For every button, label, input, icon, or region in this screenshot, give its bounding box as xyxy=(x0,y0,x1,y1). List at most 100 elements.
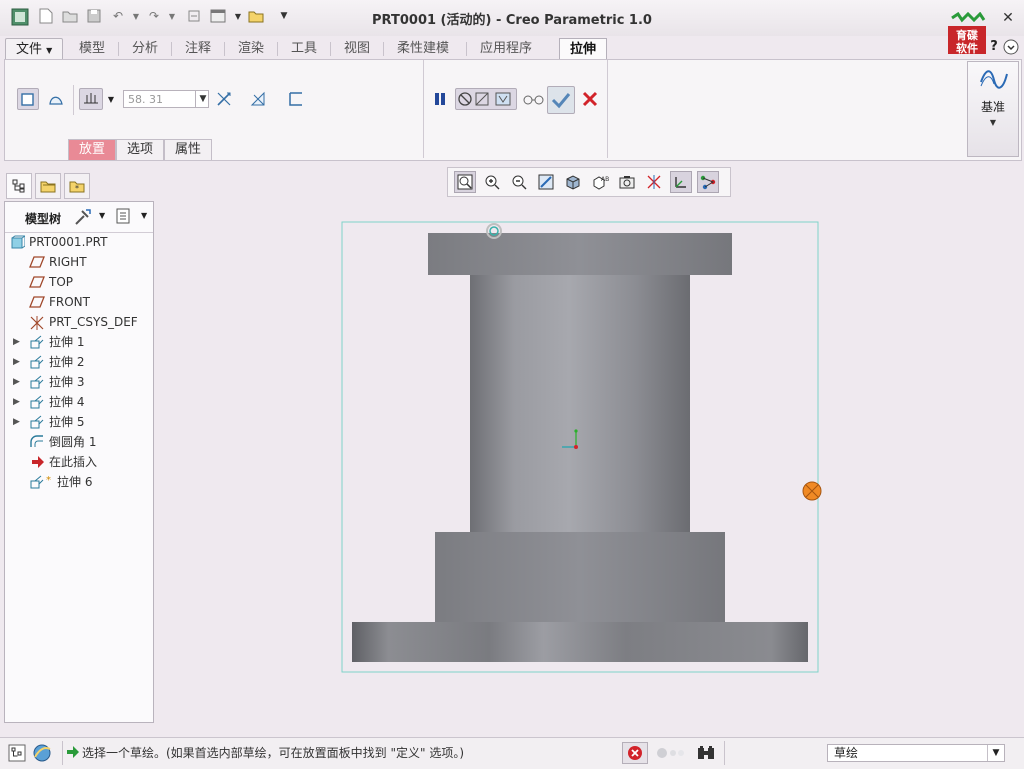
view-toolbar: AB xyxy=(447,167,731,197)
tab-model[interactable]: 模型 xyxy=(69,38,115,59)
solid-extrude-button[interactable] xyxy=(17,88,39,110)
title-bar: ↶ ▼ ↷ ▼ ▼ ▼ PRT0001 (活动的) - Creo Paramet… xyxy=(0,0,1024,55)
tree-item-label: 拉伸 2 xyxy=(49,355,85,369)
tab-separator xyxy=(171,42,172,56)
tree-settings-icon[interactable] xyxy=(73,208,93,226)
pause-icon[interactable] xyxy=(429,88,451,110)
part-icon xyxy=(11,235,27,249)
extrude-new-icon: * xyxy=(29,475,55,489)
csys-y-tip xyxy=(574,429,578,433)
model-canvas[interactable] xyxy=(156,200,1020,735)
insert-arrow-icon xyxy=(31,455,45,469)
find-icon[interactable] xyxy=(696,744,716,762)
tree-item-label: TOP xyxy=(49,275,74,289)
message-arrow-icon xyxy=(66,745,80,759)
status-separator xyxy=(62,741,63,765)
datum-panel[interactable]: 基准 ▼ xyxy=(967,61,1019,157)
extrude-icon xyxy=(29,395,44,409)
depth-dropdown-icon[interactable]: ▼ xyxy=(195,90,210,108)
tree-item-label: 拉伸 6 xyxy=(57,475,93,489)
zoom-in-icon[interactable] xyxy=(481,171,503,193)
svg-text:AB: AB xyxy=(601,176,609,183)
stop-regen-button[interactable] xyxy=(622,742,648,764)
tree-item-label: RIGHT xyxy=(49,255,87,269)
datum-display-icon[interactable] xyxy=(643,171,665,193)
tab-separator xyxy=(466,42,467,56)
busy-indicator-icon xyxy=(656,747,686,759)
repaint-icon[interactable] xyxy=(535,171,557,193)
favorites-tab[interactable]: * xyxy=(64,173,90,199)
folder-browser-tab[interactable] xyxy=(35,173,61,199)
graphics-window[interactable] xyxy=(156,200,1020,735)
extrude-icon xyxy=(29,355,44,369)
preview-toggles[interactable] xyxy=(455,88,517,110)
depth-type-dropdown-icon[interactable]: ▼ xyxy=(105,88,117,110)
tree-show-icon[interactable] xyxy=(115,208,133,226)
cancel-button[interactable] xyxy=(579,88,601,110)
ribbon-group-divider xyxy=(423,60,424,158)
csys-origin xyxy=(574,445,578,449)
extrude-icon xyxy=(29,375,44,389)
view-manager-icon[interactable] xyxy=(616,171,638,193)
point-display-icon[interactable] xyxy=(697,171,719,193)
expand-icon[interactable]: ▶ xyxy=(13,333,20,351)
subtab-properties[interactable]: 属性 xyxy=(164,139,213,160)
tab-annotate[interactable]: 注释 xyxy=(175,38,221,59)
tree-item-label: 拉伸 4 xyxy=(49,395,85,409)
datum-icon xyxy=(979,68,1009,93)
extrude-icon xyxy=(29,335,44,349)
flip-direction-button[interactable] xyxy=(213,88,235,110)
refit-icon[interactable] xyxy=(454,171,476,193)
subtab-placement[interactable]: 放置 xyxy=(68,139,117,160)
tree-settings-dropdown-icon[interactable]: ▼ xyxy=(99,211,105,220)
expand-icon[interactable]: ▶ xyxy=(13,373,20,391)
chevron-down-icon: ▼ xyxy=(989,118,997,127)
subtab-options[interactable]: 选项 xyxy=(116,139,165,160)
extrude-dashboard: ▼ 58. 31 ▼ 放置 选项 属性 基准 ▼ xyxy=(4,59,1022,161)
close-icon[interactable]: ✕ xyxy=(1000,10,1016,26)
tab-applications[interactable]: 应用程序 xyxy=(470,38,542,59)
tab-flexible-modeling[interactable]: 柔性建模 xyxy=(387,38,459,59)
surface-extrude-button[interactable] xyxy=(45,88,67,110)
model-tree-tab[interactable] xyxy=(6,173,32,199)
status-bar: 选择一个草绘。(如果首选内部草绘，可在放置面板中找到 "定义" 选项。) 草绘 … xyxy=(0,737,1024,769)
confirm-button[interactable] xyxy=(547,86,575,114)
csys-display-icon[interactable] xyxy=(670,171,692,193)
tree-item-label: PRT0001.PRT xyxy=(29,235,108,249)
tab-extrude[interactable]: 拉伸 xyxy=(559,38,608,60)
tree-show-dropdown-icon[interactable]: ▼ xyxy=(141,211,147,220)
tab-separator xyxy=(330,42,331,56)
tab-analysis[interactable]: 分析 xyxy=(122,38,168,59)
chevron-down-icon: ▼ xyxy=(46,46,53,55)
status-separator xyxy=(724,741,725,765)
selection-filter-value: 草绘 xyxy=(834,746,859,760)
tab-tools[interactable]: 工具 xyxy=(281,38,327,59)
expand-icon[interactable]: ▶ xyxy=(13,353,20,371)
top-flange xyxy=(428,233,732,275)
navigator-tabs: * xyxy=(4,173,154,201)
tree-item-label: 拉伸 5 xyxy=(49,415,85,429)
tree-item-label: FRONT xyxy=(49,295,90,309)
expand-icon[interactable]: ▶ xyxy=(13,393,20,411)
selection-filter-select[interactable]: 草绘 ▼ xyxy=(827,744,1005,762)
display-style-icon[interactable] xyxy=(562,171,584,193)
tab-view[interactable]: 视图 xyxy=(334,38,380,59)
depth-type-button[interactable] xyxy=(79,88,103,110)
navigator-toggle-icon[interactable] xyxy=(8,744,28,762)
csys-icon xyxy=(29,315,44,330)
zoom-out-icon[interactable] xyxy=(508,171,530,193)
verify-glasses-icon[interactable] xyxy=(521,88,547,110)
tree-item-label: 倒圆角 1 xyxy=(49,435,97,449)
expand-icon[interactable]: ▶ xyxy=(13,413,20,431)
saved-orientations-icon[interactable]: AB xyxy=(589,171,611,193)
tree-item-label: 拉伸 3 xyxy=(49,375,85,389)
remove-material-button[interactable] xyxy=(247,88,269,110)
tab-file[interactable]: 文件 ▼ xyxy=(5,38,64,61)
chevron-down-icon: ▼ xyxy=(987,745,1004,761)
tab-separator xyxy=(118,42,119,56)
thicken-sketch-button[interactable] xyxy=(285,88,307,110)
svg-text:*: * xyxy=(75,184,79,193)
tab-render[interactable]: 渲染 xyxy=(228,38,274,59)
browser-toggle-icon[interactable] xyxy=(32,743,54,763)
ribbon-group-divider xyxy=(607,60,608,158)
